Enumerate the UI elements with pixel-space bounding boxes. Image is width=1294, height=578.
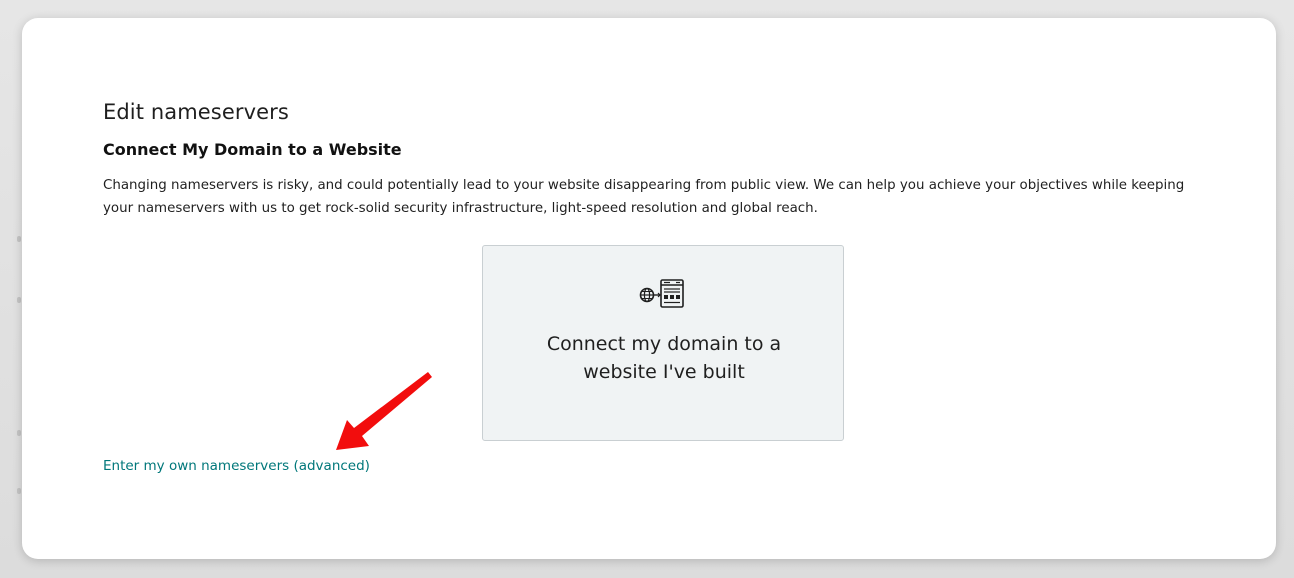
enter-own-nameservers-link[interactable]: Enter my own nameservers (advanced) [103, 458, 370, 474]
backdrop-dot [17, 236, 21, 242]
globe-to-website-icon [639, 279, 684, 308]
backdrop-dot [17, 297, 21, 303]
red-arrow-pointer [336, 372, 432, 450]
warning-description: Changing nameservers is risky, and could… [103, 178, 1185, 216]
modal-title: Edit nameservers [103, 100, 289, 124]
backdrop-dot [17, 430, 21, 436]
backdrop-dot [17, 488, 21, 494]
section-title: Connect My Domain to a Website [103, 140, 402, 159]
connect-website-card-label: Connect my domain to a website I've buil… [546, 333, 782, 383]
edit-nameservers-modal: Edit nameservers Connect My Domain to a … [22, 18, 1276, 559]
connect-website-card[interactable]: Connect my domain to a website I've buil… [482, 245, 844, 441]
